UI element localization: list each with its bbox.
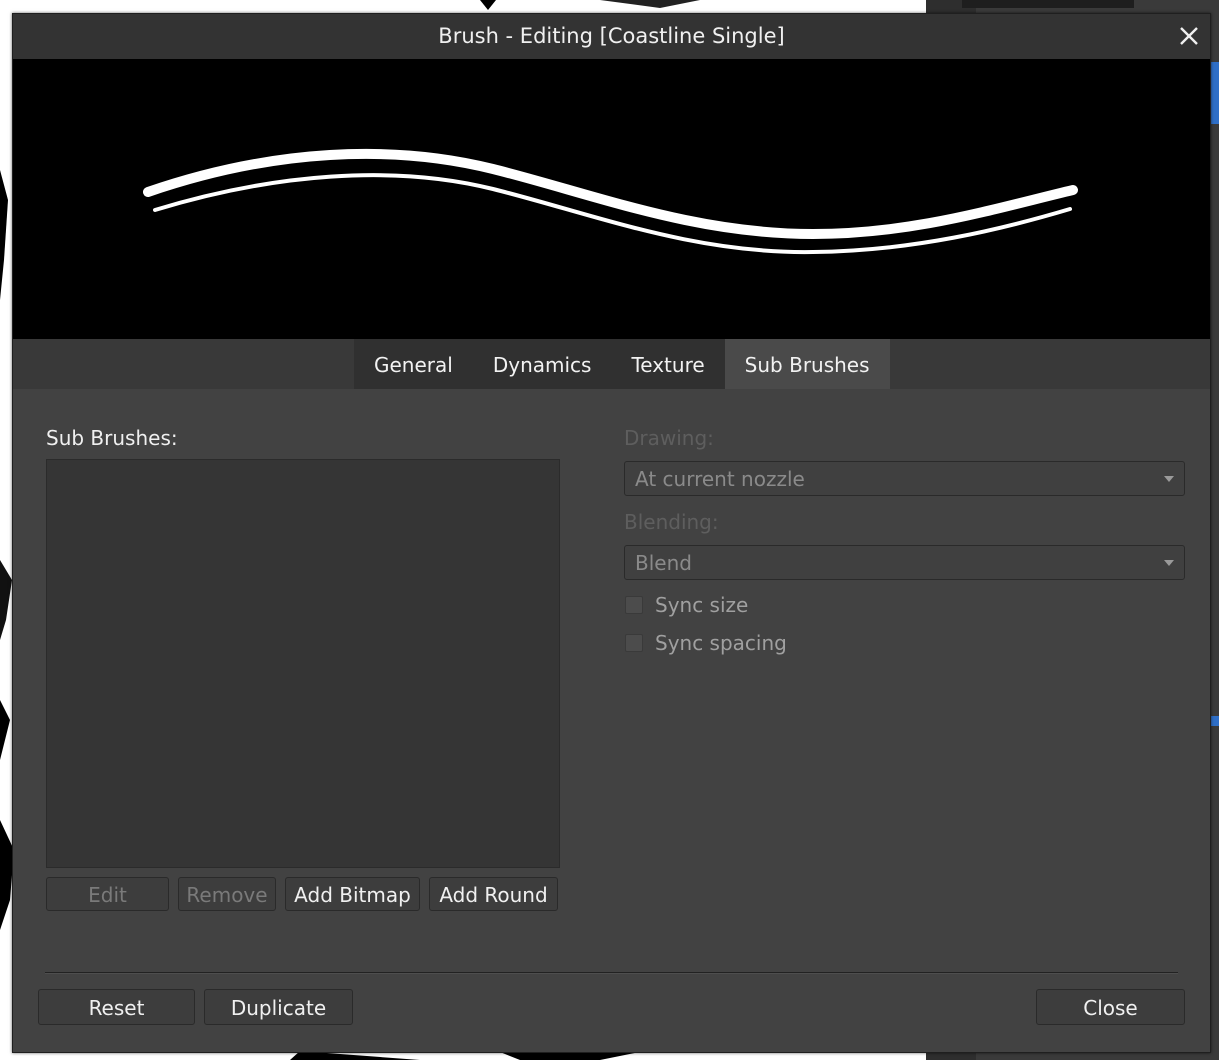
sub-brushes-list[interactable]: [46, 459, 560, 868]
chevron-down-icon: [1164, 560, 1174, 566]
drawing-select-value: At current nozzle: [635, 467, 805, 491]
tab-dynamics[interactable]: Dynamics: [472, 339, 612, 389]
sync-size-checkbox[interactable]: [625, 596, 643, 614]
footer-separator: [45, 972, 1178, 974]
remove-button[interactable]: Remove: [178, 877, 276, 911]
close-icon[interactable]: [1176, 23, 1202, 49]
dialog-title: Brush - Editing [Coastline Single]: [438, 24, 785, 48]
sync-spacing-checkbox[interactable]: [625, 634, 643, 652]
dialog-titlebar[interactable]: Brush - Editing [Coastline Single]: [13, 14, 1210, 59]
sync-spacing-row[interactable]: Sync spacing: [625, 631, 787, 655]
tab-texture[interactable]: Texture: [611, 339, 725, 389]
drawing-select[interactable]: At current nozzle: [624, 461, 1185, 496]
blending-select[interactable]: Blend: [624, 545, 1185, 580]
chevron-down-icon: [1164, 476, 1174, 482]
brush-editor-dialog: Brush - Editing [Coastline Single] Gener…: [12, 13, 1211, 1053]
sub-brushes-label: Sub Brushes:: [46, 426, 178, 450]
tab-sub-brushes[interactable]: Sub Brushes: [724, 339, 890, 389]
edit-button[interactable]: Edit: [46, 877, 169, 911]
reset-button[interactable]: Reset: [38, 989, 195, 1025]
tab-general[interactable]: General: [354, 339, 473, 389]
add-bitmap-button[interactable]: Add Bitmap: [285, 877, 420, 911]
drawing-label: Drawing:: [624, 426, 714, 450]
sync-size-label: Sync size: [655, 593, 749, 617]
blending-label: Blending:: [624, 510, 719, 534]
close-button[interactable]: Close: [1036, 989, 1185, 1025]
blending-select-value: Blend: [635, 551, 692, 575]
sync-size-row[interactable]: Sync size: [625, 593, 749, 617]
brush-stroke-preview: [13, 59, 1210, 339]
tab-strip: General Dynamics Texture Sub Brushes: [13, 339, 1210, 389]
sync-spacing-label: Sync spacing: [655, 631, 787, 655]
duplicate-button[interactable]: Duplicate: [204, 989, 353, 1025]
stroke-preview-icon: [143, 148, 1078, 255]
add-round-button[interactable]: Add Round: [429, 877, 558, 911]
